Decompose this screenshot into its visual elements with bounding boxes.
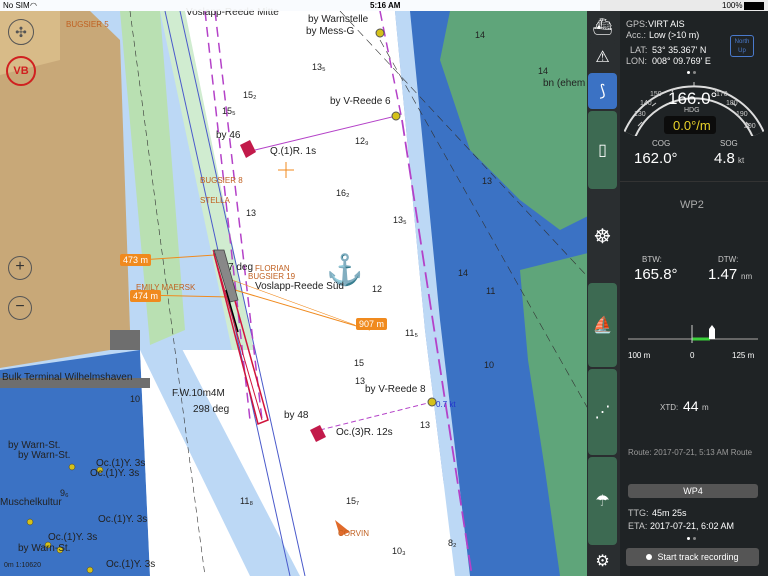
battery-icon [744, 2, 764, 10]
cog-label: COG [652, 139, 671, 148]
sog-label: SOG [720, 139, 738, 148]
sails-icon[interactable]: ⛵ [588, 283, 617, 367]
page-dot [687, 537, 690, 540]
sog-unit: kt [738, 156, 745, 165]
carrier-label: No SIM [3, 1, 30, 10]
instrument-panel: GPS: VIRT AIS Acc.: Low (>10 m) LAT: 53°… [620, 11, 768, 576]
ttg-value: 45m 25s [652, 508, 687, 518]
heading-value: 166.0° [668, 89, 718, 108]
zoom-out-button[interactable]: − [8, 296, 32, 320]
xte-zero: 0 [690, 351, 695, 360]
lon-value: 008° 09.769' E [652, 56, 711, 66]
track-recording-label: Start track recording [657, 552, 739, 562]
compass-tick: 180 [726, 100, 738, 107]
side-toolbar: ⛴ ⚠ ⟆ ▯ ☸ ⛵ ⋰ ☂ ⚙ [587, 11, 619, 576]
vb-badge[interactable]: VB [6, 56, 36, 86]
dtw-label: DTW: [718, 255, 739, 264]
page-dot [693, 537, 696, 540]
status-bar: No SIM ◠ 5:16 AM 100% [0, 0, 768, 11]
eta-value: 2017-07-21, 6:02 AM [650, 521, 735, 531]
logbook-icon[interactable]: ▯ [588, 111, 617, 189]
compass-tick: 190 [736, 111, 748, 118]
gps-value: VIRT AIS [648, 19, 685, 29]
north-up-button[interactable]: North Up [730, 35, 754, 57]
zoom-in-button[interactable]: + [8, 256, 32, 280]
btw-value: 165.8° [634, 266, 678, 283]
svg-text:⚓: ⚓ [326, 252, 363, 287]
cog-value: 162.0° [634, 150, 678, 167]
page-dot [693, 71, 696, 74]
sog-value: 4.8 [714, 150, 735, 167]
hdg-label: HDG [684, 107, 700, 114]
app-root: No SIM ◠ 5:16 AM 100% ⚓ Voslapp-Reede Mi… [0, 0, 768, 576]
eta-label: ETA: [628, 521, 648, 531]
xte-left: 100 m [628, 351, 651, 360]
compass-tick: 130 [634, 111, 646, 118]
route-icon[interactable]: ⟆ [588, 73, 617, 109]
acc-label: Acc.: [626, 30, 647, 40]
warning-icon[interactable]: ⚠ [588, 43, 617, 71]
waypoint-name: WP2 [680, 199, 704, 211]
distance-tag: 474 m [130, 290, 162, 302]
distance-tag: 907 m [356, 318, 388, 330]
waypoints-icon[interactable]: ⋰ [588, 369, 617, 455]
compass-tick: 200 [744, 123, 756, 130]
route-info: Route: 2017-07-21, 5:13 AM Route [628, 448, 753, 457]
steering-wheel-icon[interactable]: ☸ [588, 191, 617, 281]
gps-label: GPS: [626, 19, 648, 29]
page-dot [687, 71, 690, 74]
lon-label: LON: [626, 56, 648, 66]
distance-tag: 473 m [120, 254, 152, 266]
lat-value: 53° 35.367' N [652, 45, 707, 55]
compass-rose-icon[interactable]: ✣ [8, 19, 34, 45]
lat-label: LAT: [630, 45, 648, 55]
next-waypoint-button[interactable]: WP4 [628, 484, 758, 498]
rot-box: 0.0°/m [664, 116, 716, 134]
wifi-icon: ◠ [30, 1, 37, 10]
xtd-unit: m [702, 403, 709, 412]
track-recording-button[interactable]: Start track recording [626, 548, 759, 566]
btw-label: BTW: [642, 255, 662, 264]
divider [620, 181, 768, 182]
rot-value: 0.0°/m [673, 118, 711, 133]
ttg-label: TTG: [628, 508, 649, 518]
compass-tick: 170 [716, 91, 728, 98]
xtd-label: XTD: [660, 403, 679, 412]
weather-icon[interactable]: ☂ [588, 457, 617, 545]
clock: 5:16 AM [370, 1, 401, 10]
settings-icon[interactable]: ⚙ [588, 547, 617, 575]
compass-tick: 140 [640, 100, 652, 107]
record-icon [646, 554, 653, 560]
dtw-unit: nm [741, 272, 753, 281]
xte-bar [628, 325, 758, 343]
battery-percent: 100% [722, 1, 743, 10]
dtw-value: 1.47 [708, 266, 738, 283]
xtd-value: 44 [683, 398, 699, 414]
ship-icon[interactable]: ⛴ [588, 13, 617, 41]
xte-right: 125 m [732, 351, 755, 360]
compass-tick: 150 [650, 91, 662, 98]
acc-value: Low (>10 m) [649, 30, 700, 40]
